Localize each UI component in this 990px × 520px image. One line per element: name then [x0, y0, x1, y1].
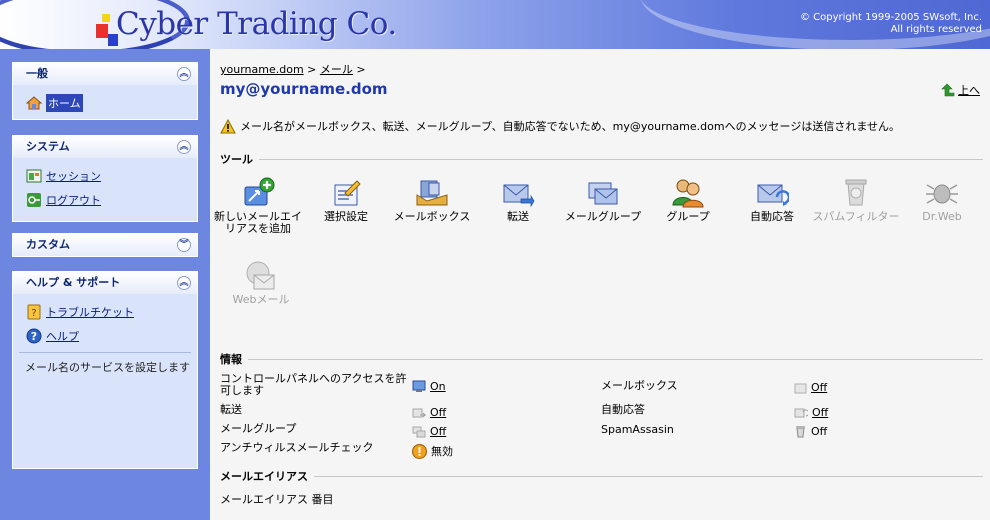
sidebar-item-session[interactable]: セッション: [26, 164, 197, 188]
sidebar: 一般 ︽ ホーム システム ︽ セッション ログアウト カスタム ︾ ヘルプ &…: [0, 49, 210, 520]
tool-mail-group[interactable]: メールグループ: [555, 177, 651, 223]
breadcrumb-domain-link[interactable]: yourname.dom: [220, 63, 304, 76]
sidebar-help-note: メール名のサービスを設定します: [19, 352, 191, 375]
up-level-label[interactable]: 上へ: [958, 82, 980, 98]
mailgroup-toggle[interactable]: Off: [430, 425, 446, 438]
info-heading: 情報: [220, 351, 983, 367]
mailbox-toggle[interactable]: Off: [811, 381, 827, 394]
autoreply-toggle[interactable]: Off: [812, 406, 828, 419]
cp-access-value: On: [412, 380, 446, 393]
forward-status-label: 転送: [220, 403, 242, 416]
ticket-icon: ?: [27, 304, 41, 320]
panel-help: ヘルプ & サポート ︽ ? トラブルチケット ? ヘルプ メール名のサービスを…: [12, 271, 198, 469]
mailbox-icon: [416, 180, 448, 206]
cp-access-label: コントロールパネルへのアクセスを許可します: [220, 372, 407, 397]
mailbox-status-label: メールボックス: [601, 379, 678, 392]
forward-toggle[interactable]: Off: [430, 406, 446, 419]
panel-system: システム ︽ セッション ログアウト: [12, 135, 198, 222]
main-content: yourname.dom > メール > my@yourname.dom 上へ …: [210, 49, 990, 520]
forward-status-value: Off: [412, 406, 446, 419]
sidebar-item-help[interactable]: ? ヘルプ: [26, 324, 197, 348]
autoreply-status-value: Off: [794, 406, 828, 419]
webmail-icon: [246, 261, 275, 290]
logout-icon: [27, 193, 41, 207]
tools-heading: ツール: [220, 151, 983, 167]
sidebar-item-home[interactable]: ホーム: [26, 91, 197, 115]
mailgroup-status-label: メールグループ: [220, 422, 297, 435]
mailbox-status-value: Off: [794, 381, 827, 394]
up-arrow-icon: [941, 83, 955, 97]
panel-custom-header[interactable]: カスタム ︾: [13, 234, 197, 256]
panel-general-header[interactable]: 一般 ︽: [13, 63, 197, 85]
sidebar-item-logout-label[interactable]: ログアウト: [46, 192, 101, 208]
sidebar-item-logout[interactable]: ログアウト: [26, 188, 197, 212]
up-level-button[interactable]: 上へ: [941, 82, 980, 98]
control-panel-icon: [412, 380, 426, 392]
mailgroup-small-icon: [412, 426, 426, 437]
tool-preferences[interactable]: 選択設定: [298, 177, 394, 223]
panel-general: 一般 ︽ ホーム: [12, 62, 198, 120]
warning-icon: [220, 118, 236, 133]
drweb-spider-icon: [926, 184, 958, 204]
sidebar-item-trouble-ticket-label[interactable]: トラブルチケット: [46, 304, 134, 320]
spamassassin-status-label: SpamAssasin: [601, 423, 674, 436]
spamassassin-status-value: Off: [794, 425, 827, 438]
group-icon: [672, 179, 704, 208]
preferences-icon: [334, 180, 361, 206]
autoreply-status-label: 自動応答: [601, 403, 645, 416]
forward-mail-icon: [503, 184, 535, 208]
panel-help-header[interactable]: ヘルプ & サポート ︽: [13, 272, 197, 294]
chevron-up-icon[interactable]: ︽: [177, 276, 191, 290]
cp-access-toggle[interactable]: On: [430, 380, 446, 393]
tool-webmail[interactable]: Webメール: [213, 260, 309, 306]
antivirus-status-label: アンチウィルスメールチェック: [220, 441, 374, 454]
tool-forward[interactable]: 転送: [470, 177, 566, 223]
sidebar-item-home-label[interactable]: ホーム: [46, 94, 83, 112]
mailbox-small-icon: [794, 383, 807, 393]
add-mail-alias-icon: [244, 177, 275, 206]
forward-small-icon: [412, 408, 426, 417]
chevron-up-icon[interactable]: ︽: [177, 140, 191, 154]
sidebar-item-session-label[interactable]: セッション: [46, 168, 101, 184]
tool-add-mail-alias[interactable]: 新しいメールエイリアスを追加: [210, 177, 306, 235]
panel-system-header[interactable]: システム ︽: [13, 136, 197, 158]
header-banner: Cyber Trading Co. © Copyright 1999-2005 …: [0, 0, 990, 49]
mail-group-icon: [588, 182, 618, 205]
chevron-up-icon[interactable]: ︽: [177, 67, 191, 81]
tool-autoresponder[interactable]: 自動応答: [724, 177, 820, 223]
home-icon: [26, 96, 42, 110]
warning-message: メール名がメールボックス、転送、メールグループ、自動応答でないため、my@you…: [220, 118, 900, 134]
sidebar-item-help-label[interactable]: ヘルプ: [46, 328, 79, 344]
alert-icon: [412, 443, 427, 459]
tool-mailbox[interactable]: メールボックス: [384, 177, 480, 223]
mailgroup-status-value: Off: [412, 425, 446, 438]
autoresponder-icon: [757, 184, 789, 206]
svg-text:?: ?: [31, 308, 36, 319]
autoreply-small-icon: [794, 408, 808, 417]
svg-text:?: ?: [31, 330, 37, 343]
spam-filter-icon: [845, 179, 867, 206]
help-icon: ?: [26, 328, 42, 344]
chevron-down-icon[interactable]: ︾: [177, 238, 191, 252]
logo-text: Cyber Trading Co.: [116, 6, 397, 42]
copyright: © Copyright 1999-2005 SWsoft, Inc. All r…: [799, 12, 982, 35]
trash-can-icon: [796, 426, 805, 438]
panel-custom: カスタム ︾: [12, 233, 198, 257]
sidebar-item-trouble-ticket[interactable]: ? トラブルチケット: [26, 300, 197, 324]
session-icon: [26, 169, 42, 183]
breadcrumb: yourname.dom > メール >: [220, 63, 366, 76]
antivirus-status-value: 無効: [412, 443, 453, 459]
mail-alias-heading: メールエイリアス: [220, 468, 983, 484]
tool-drweb[interactable]: Dr.Web: [894, 177, 990, 223]
page-title: my@yourname.dom: [220, 80, 388, 98]
breadcrumb-mail-link[interactable]: メール: [320, 63, 353, 76]
mail-alias-column-header: メールエイリアス 番目: [220, 493, 334, 506]
tool-spam-filter[interactable]: スパムフィルター: [808, 177, 904, 223]
tool-group[interactable]: グループ: [640, 177, 736, 223]
